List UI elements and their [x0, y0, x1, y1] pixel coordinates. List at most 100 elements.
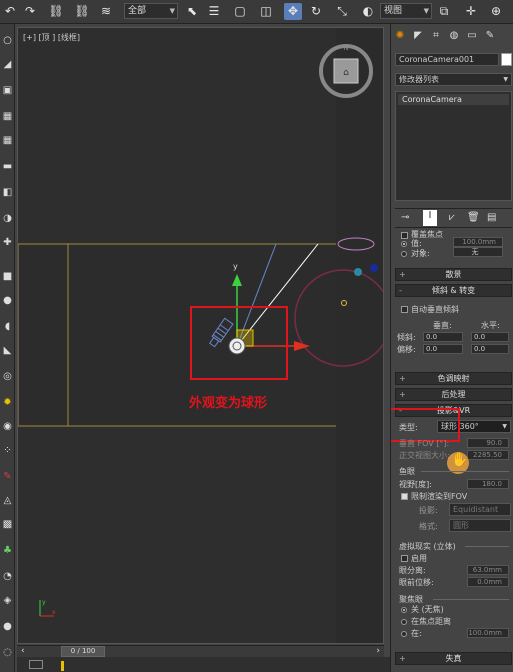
undo-icon[interactable]: ↶ [2, 3, 18, 20]
move-icon[interactable]: ✥ [284, 3, 302, 20]
mirror-icon[interactable]: ◧ [1, 186, 14, 199]
focus-object-picker[interactable]: 无 [453, 247, 503, 257]
display-icon[interactable]: ▭ [465, 28, 479, 43]
limit-fov-label: 限制渲染到FOV [411, 492, 468, 501]
grid-tool-icon[interactable]: ▦ [1, 110, 14, 123]
shift-horizontal-spinner[interactable]: 0.0 [471, 344, 509, 354]
time-slider-thumb[interactable]: 0 / 100 [61, 646, 105, 657]
fisheye-format-dropdown[interactable]: 圆形 [449, 519, 511, 532]
rollout-scene-label: 散景 [445, 270, 462, 279]
modifier-list-dropdown[interactable]: 修改器列表 ▼ [395, 73, 512, 86]
chevron-down-icon: ▼ [423, 7, 429, 15]
motion-icon[interactable]: ◍ [447, 28, 461, 43]
configure-sets-icon[interactable]: ▤ [487, 212, 496, 223]
redo-icon[interactable]: ↷ [22, 3, 38, 20]
time-slider[interactable]: ‹ 0 / 100 › [17, 645, 384, 657]
shape-tool-icon[interactable]: ▬ [1, 160, 14, 173]
fisheye-projection-label: 投影: [419, 506, 438, 515]
front-offset-spinner[interactable]: 0.0mm [467, 577, 509, 587]
select-object-icon[interactable]: ⬉ [184, 3, 200, 20]
vertical-fov-spinner[interactable]: 90.0 [467, 438, 509, 448]
freeform-icon[interactable]: ◢ [1, 58, 14, 71]
timeline-right-arrow-icon[interactable]: › [376, 646, 380, 656]
tilt-horizontal-spinner[interactable]: 0.0 [471, 332, 509, 342]
utilities-icon[interactable]: ✎ [483, 28, 497, 43]
timeline-left-arrow-icon[interactable]: ‹ [21, 646, 51, 657]
stack-item[interactable]: CoronaCamera [398, 94, 509, 105]
paint-icon[interactable]: ✎ [1, 470, 14, 483]
focus-value-spinner[interactable]: 100.0mm [453, 237, 503, 247]
eye-separation-spinner[interactable]: 63.0mm [467, 565, 509, 575]
focus-at-spinner[interactable]: 100.0mm [467, 628, 509, 638]
selection-filter-dropdown[interactable]: 全部 ▼ [124, 3, 178, 19]
material-icon[interactable]: ▣ [1, 84, 14, 97]
pivot-center-icon[interactable]: ◐ [360, 3, 376, 20]
rectangle-selection-icon[interactable]: ▢ [232, 3, 248, 20]
ortho-size-spinner[interactable]: 2285.50 [467, 450, 509, 460]
teapot-tool-icon[interactable]: ◉ [1, 420, 14, 433]
snap-toggle-icon[interactable]: ⧉ [436, 3, 452, 20]
remove-modifier-icon[interactable]: 🗑 [467, 212, 480, 223]
bind-space-warp-icon[interactable]: ≋ [98, 3, 114, 20]
unwrap-icon[interactable]: ▩ [1, 518, 14, 531]
rollout-tone-mapping[interactable]: + 色调映射 [395, 372, 512, 385]
tilt-vertical-spinner[interactable]: 0.0 [423, 332, 463, 342]
make-unique-icon[interactable]: ⩗ [449, 212, 455, 223]
rotate-view-icon[interactable]: ◌ [1, 646, 14, 659]
hierarchy-icon[interactable]: ⌗ [429, 28, 443, 43]
fisheye-projection-dropdown[interactable]: Equidistant [449, 503, 511, 516]
grid-tool-icon[interactable]: ▦ [1, 134, 14, 147]
unlink-icon[interactable]: ⛓ [74, 3, 90, 20]
fisheye-header: 鱼眼 [399, 467, 415, 476]
focus-none-radio[interactable] [401, 607, 407, 613]
override-focus-checkbox[interactable] [401, 232, 408, 239]
sphere-tool-icon[interactable]: ● [1, 294, 14, 307]
cylinder-tool-icon[interactable]: ◖ [1, 320, 14, 333]
pin-stack-icon[interactable]: ⊸ [401, 212, 409, 223]
modifier-stack[interactable]: CoronaCamera [395, 91, 512, 201]
cone-tool-icon[interactable]: ◣ [1, 344, 14, 357]
scale-icon[interactable]: ⤡ [334, 3, 350, 20]
track-bar-icon[interactable] [29, 660, 43, 669]
focus-object-label: 对象: [411, 249, 430, 258]
focus-value-radio[interactable] [401, 241, 407, 247]
focus-at-distance-radio[interactable] [401, 619, 407, 625]
link-icon[interactable]: ⛓ [48, 3, 64, 20]
rotate-icon[interactable]: ↻ [308, 3, 324, 20]
auto-vertical-tilt-checkbox[interactable] [401, 306, 408, 313]
create-icon[interactable]: ✺ [393, 28, 407, 43]
align-icon[interactable]: ◑ [1, 212, 14, 225]
track-bar[interactable] [17, 657, 390, 672]
show-end-result-icon[interactable]: I [423, 210, 437, 226]
fov-spinner[interactable]: 180.0 [467, 479, 509, 489]
box-tool-icon[interactable]: ■ [1, 270, 14, 283]
limit-fov-checkbox[interactable] [401, 493, 408, 500]
light-icon[interactable]: ✚ [1, 236, 14, 249]
object-color-swatch[interactable] [501, 53, 512, 66]
torus-tool-icon[interactable]: ◎ [1, 370, 14, 383]
rollout-lens[interactable]: + 失真 [395, 652, 512, 665]
reference-coordinate-dropdown[interactable]: 视图 ▼ [380, 3, 432, 19]
rollout-post-processing[interactable]: + 后处理 [395, 388, 512, 401]
particle-icon[interactable]: ⁘ [1, 444, 14, 457]
modify-icon[interactable]: ◤ [411, 28, 425, 43]
sphere-tool-icon[interactable]: ○ [1, 34, 14, 47]
shift-vertical-spinner[interactable]: 0.0 [423, 344, 463, 354]
pivot-icon[interactable]: ⊕ [488, 3, 504, 20]
plant-icon[interactable]: ♣ [1, 544, 14, 557]
focus-object-radio[interactable] [401, 251, 407, 257]
time-icon[interactable]: ◔ [1, 570, 14, 583]
vr-enable-checkbox[interactable] [401, 555, 408, 562]
object-name-field[interactable]: CoronaCamera001 [395, 53, 499, 66]
move-gizmo-icon[interactable]: ✛ [462, 3, 480, 20]
window-crossing-icon[interactable]: ◫ [258, 3, 274, 20]
top-viewport[interactable]: [+] [顶 ] [线框] ⌂ N y y x 外观变为球形 [17, 27, 384, 644]
select-by-name-icon[interactable]: ☰ [206, 3, 222, 20]
sun-icon[interactable]: ✹ [1, 396, 14, 409]
render-icon[interactable]: ◈ [1, 594, 14, 607]
focus-at-radio[interactable] [401, 631, 407, 637]
rollout-tilt-shift[interactable]: - 倾斜 & 转变 [395, 284, 512, 297]
rollout-scene[interactable]: + 散景 [395, 268, 512, 281]
sphere-tool-icon[interactable]: ● [1, 620, 14, 633]
transform-icon[interactable]: ◬ [1, 494, 14, 507]
